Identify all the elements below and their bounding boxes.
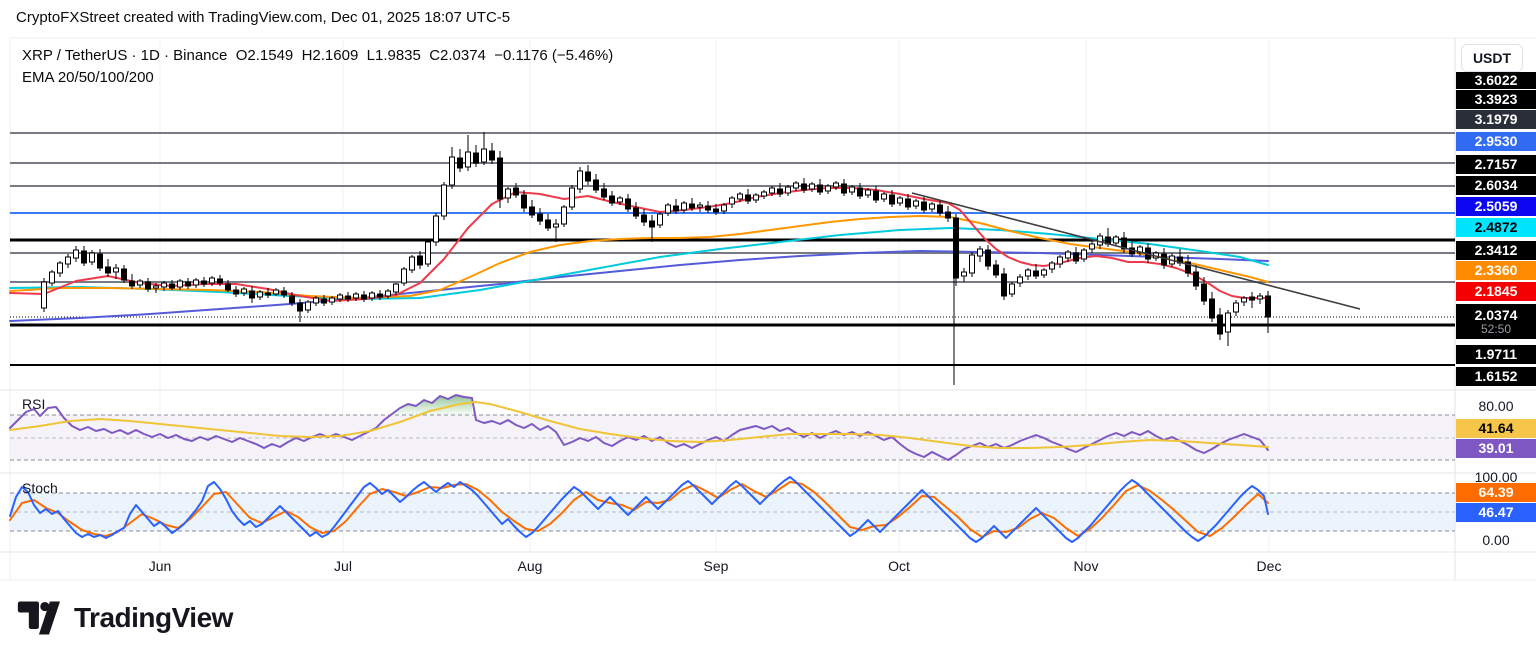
price-label: 2.4872 (1456, 218, 1536, 237)
attribution-text: CryptoFXStreet created with TradingView.… (16, 9, 510, 26)
price-label: 1.9711 (1456, 345, 1536, 364)
tradingview-logo-text: TradingView (74, 602, 233, 634)
price-label: 2.1845 (1456, 282, 1536, 301)
month-label-jun[interactable]: Jun (130, 558, 190, 574)
price-label: 2.6034 (1456, 176, 1536, 195)
scale-tick-label: 0.00 (1456, 532, 1536, 548)
tradingview-logo-icon (16, 596, 60, 640)
price-label: 2.5059 (1456, 197, 1536, 216)
tradingview-logo[interactable]: TradingView (16, 596, 233, 640)
rsi-value-label: 41.64 (1456, 419, 1536, 438)
scale-tick-label: 80.00 (1456, 398, 1536, 414)
price-label: 2.3360 (1456, 261, 1536, 280)
tradingview-chart-snapshot: CryptoFXStreet created with TradingView.… (0, 0, 1536, 662)
price-label: 2.3412 (1456, 241, 1536, 260)
month-label-dec[interactable]: Dec (1239, 558, 1299, 574)
stoch-pane-label[interactable]: Stoch (22, 480, 58, 496)
currency-toggle-button[interactable]: USDT (1461, 44, 1523, 72)
price-label: 3.1979 (1456, 110, 1536, 129)
month-label-aug[interactable]: Aug (500, 558, 560, 574)
month-label-oct[interactable]: Oct (869, 558, 929, 574)
price-label: 3.3923 (1456, 90, 1536, 109)
price-label: 2.7157 (1456, 155, 1536, 174)
price-label: 2.037452:50 (1456, 304, 1536, 339)
ema-legend[interactable]: EMA 20/50/100/200 (22, 69, 154, 86)
month-label-nov[interactable]: Nov (1056, 558, 1116, 574)
rsi-value-label: 39.01 (1456, 439, 1536, 458)
price-label: 2.9530 (1456, 132, 1536, 151)
rsi-pane-label[interactable]: RSI (22, 396, 45, 412)
price-label: 3.6022 (1456, 72, 1536, 89)
month-label-sep[interactable]: Sep (686, 558, 746, 574)
countdown-timer: 52:50 (1481, 323, 1511, 337)
ema50-line (10, 216, 1268, 298)
symbol-ohlc-title[interactable]: XRP / TetherUS · 1D · Binance O2.1549 H2… (22, 47, 613, 64)
month-label-jul[interactable]: Jul (313, 558, 373, 574)
price-label: 1.6152 (1456, 367, 1536, 386)
stoch-value-label: 46.47 (1456, 503, 1536, 522)
stoch-value-label: 64.39 (1456, 483, 1536, 502)
chart-canvas[interactable] (0, 0, 1536, 662)
